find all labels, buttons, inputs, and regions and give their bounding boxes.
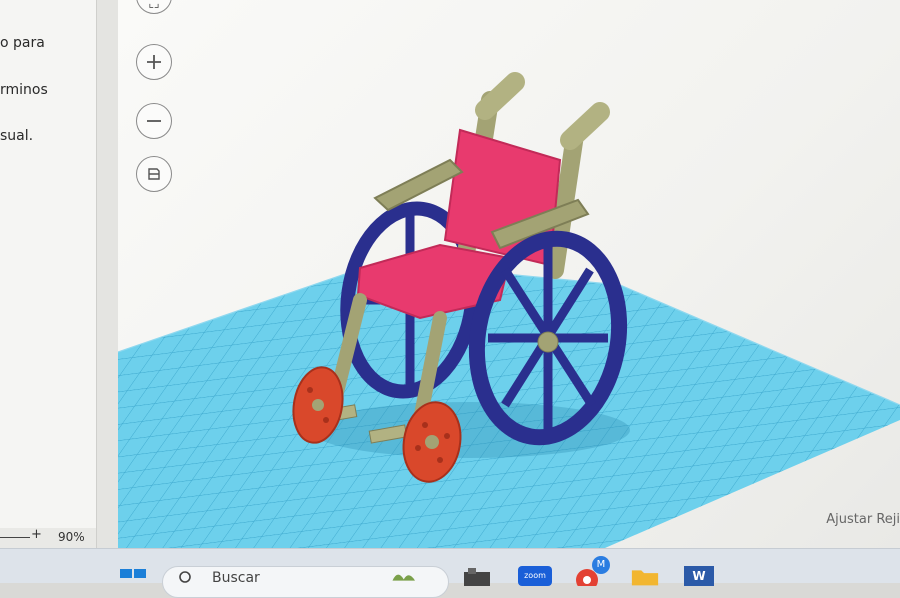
zoom-level: 90% [58, 530, 85, 544]
zoom-app-label: zoom [524, 571, 546, 580]
grid-settings-label[interactable]: Ajustar Reji [826, 512, 900, 527]
workplane-scene [118, 72, 900, 548]
search-placeholder: Buscar [212, 570, 260, 586]
weather-plant-icon[interactable] [390, 564, 420, 586]
doc-text-line: rminos [0, 82, 48, 98]
zoom-in-button[interactable]: + [31, 527, 42, 542]
workplane-canvas[interactable]: ⌞⌟ Ajustar Reji [118, 0, 900, 548]
zoom-slider[interactable] [0, 537, 30, 538]
doc-text-line: o para [0, 35, 45, 51]
pane-divider[interactable] [96, 0, 119, 548]
profile-badge: M [592, 556, 610, 574]
search-icon [179, 571, 191, 583]
file-explorer-icon[interactable] [462, 564, 492, 586]
doc-text-line: sual. [0, 128, 34, 144]
windows-start-icon[interactable] [118, 566, 148, 588]
document-pane: o para rminos sual. [0, 0, 96, 528]
zoom-app-icon[interactable]: zoom [518, 566, 552, 586]
word-label: W [692, 569, 706, 583]
folder-icon[interactable] [630, 564, 660, 586]
word-icon[interactable]: W [684, 566, 714, 586]
